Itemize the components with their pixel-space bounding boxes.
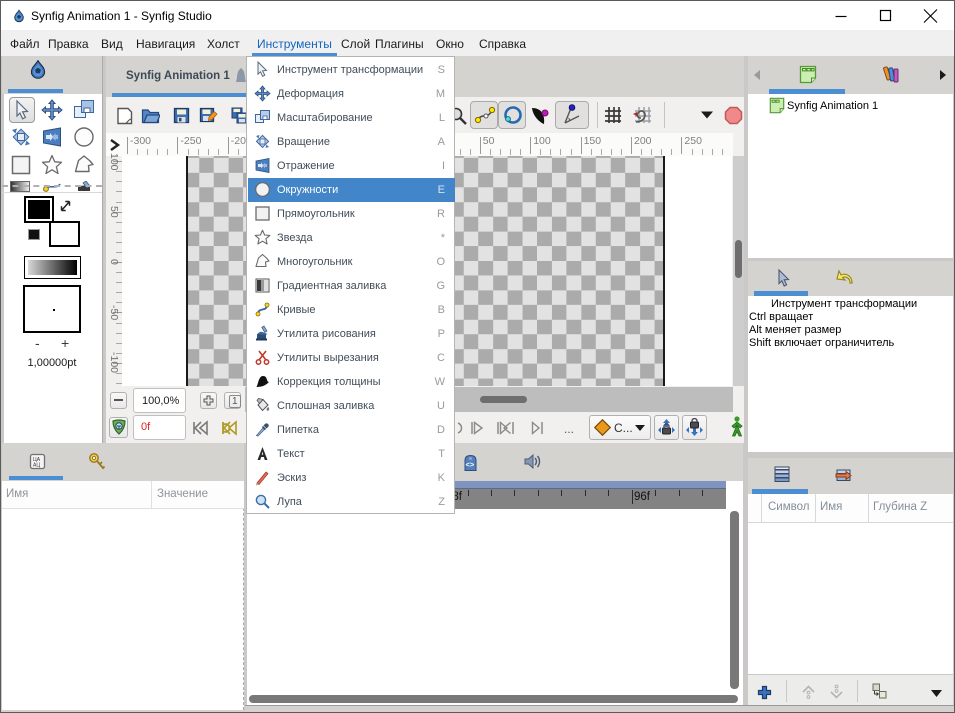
svg-text:АЦ: АЦ bbox=[33, 463, 40, 469]
svg-text:<>: <> bbox=[466, 460, 475, 469]
